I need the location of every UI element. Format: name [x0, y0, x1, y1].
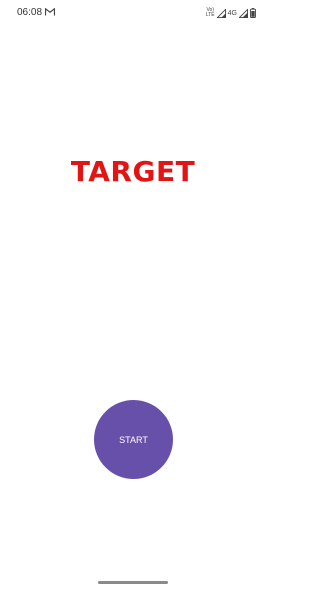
- volte-bottom: LTE: [205, 12, 215, 18]
- network-type: 4G: [227, 9, 237, 17]
- status-bar: 06:08 Vo) LTE 4G: [0, 0, 266, 26]
- target-title: TARGET: [70, 155, 196, 188]
- home-indicator[interactable]: [98, 581, 168, 584]
- battery-icon: [250, 8, 256, 18]
- screen: 06:08 Vo) LTE 4G TARGET START: [0, 0, 266, 592]
- gmail-icon: [45, 8, 55, 16]
- signal-icon: [239, 8, 248, 18]
- signal-icon: [216, 8, 226, 18]
- start-button[interactable]: START: [94, 400, 173, 479]
- volte-indicator: Vo) LTE: [206, 8, 215, 18]
- status-time: 06:08: [17, 7, 43, 18]
- status-icons: Vo) LTE 4G: [206, 6, 256, 20]
